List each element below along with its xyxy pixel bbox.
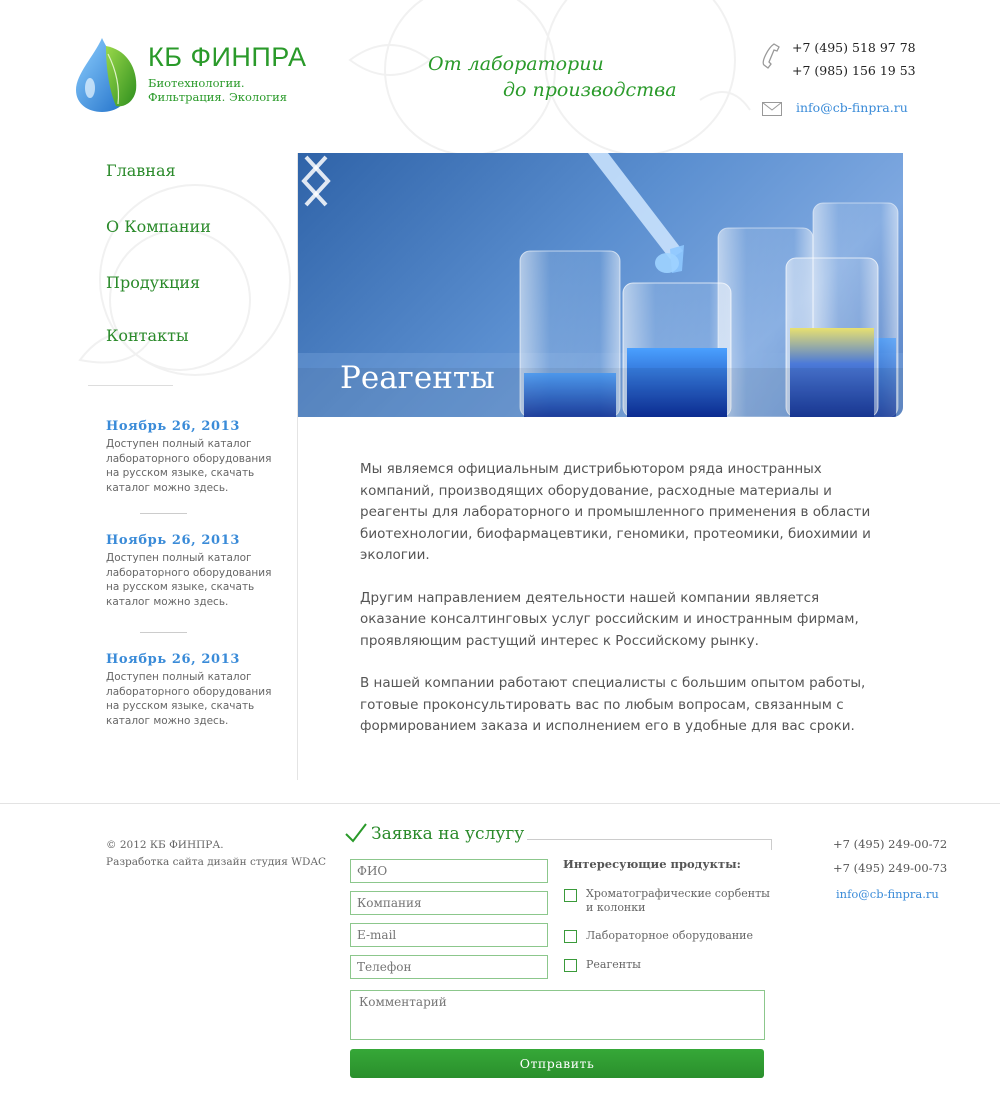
footer-email-link[interactable]: info@cb-finpra.ru [836,887,939,901]
hero-slider: Реагенты [298,153,903,417]
news-item: Ноябрь 26, 2013 Доступен полный каталог … [106,533,286,609]
news-item: Ноябрь 26, 2013 Доступен полный каталог … [106,652,286,728]
email-field[interactable] [350,923,548,947]
nav-item-about[interactable]: О Компании [106,217,211,236]
brand-tagline: Биотехнологии. Фильтрация. Экология [148,76,288,104]
news-date[interactable]: Ноябрь 26, 2013 [106,419,286,434]
footer-copyright: © 2012 КБ ФИНПРА. Разработка сайта дизай… [106,837,326,871]
credits-text: Разработка сайта дизайн студия WDAC [106,856,327,868]
header-phone-1: +7 (495) 518 97 78 [792,40,916,55]
footer-divider [0,803,1000,804]
form-title: Заявка на услугу [371,824,525,844]
submit-button[interactable]: Отправить [350,1049,764,1078]
product-checkbox-reagents[interactable] [564,959,577,972]
slider-next-arrow-icon[interactable] [298,153,334,209]
news-date[interactable]: Ноябрь 26, 2013 [106,652,286,667]
phone-icon [762,43,780,69]
brand-name: КБ ФИНПРА [148,42,307,72]
phone-field[interactable] [350,955,548,979]
product-label-sorbents: Хроматографические сорбенты и колонки [586,887,770,914]
slogan-line1: От лаборатории [428,53,604,75]
footer-phone-2: +7 (495) 249-00-73 [833,861,948,875]
product-checkbox-sorbents[interactable] [564,889,577,902]
header-email-link[interactable]: info@cb-finpra.ru [796,100,908,115]
copyright-text: © 2012 КБ ФИНПРА. [106,839,224,851]
nav-item-contacts[interactable]: Контакты [106,326,189,345]
header-phone-2: +7 (985) 156 19 53 [792,63,916,78]
mail-icon [762,102,782,116]
news-text: Доступен полный каталог лабораторного об… [106,552,272,608]
main-content: Мы являемся официальным дистрибьютором р… [360,459,880,759]
content-paragraph: Другим направлением деятельности нашей к… [360,589,859,649]
news-text: Доступен полный каталог лабораторного об… [106,671,272,727]
nav-divider [88,385,173,386]
slogan-line2: до производства [503,79,677,101]
content-paragraph: Мы являемся официальным дистрибьютором р… [360,461,871,563]
news-text: Доступен полный каталог лабораторного об… [106,438,272,494]
logo-drop-leaf-icon[interactable] [72,36,142,114]
product-label-equipment: Лабораторное оборудование [586,929,753,942]
checkmark-icon [345,823,367,843]
products-title: Интересующие продукты: [563,857,741,871]
news-date[interactable]: Ноябрь 26, 2013 [106,533,286,548]
product-checkbox-equipment[interactable] [564,930,577,943]
news-item: Ноябрь 26, 2013 Доступен полный каталог … [106,419,286,495]
news-divider [140,632,187,633]
form-title-line [527,839,772,850]
footer-phone-1: +7 (495) 249-00-72 [833,837,948,851]
nav-item-home[interactable]: Главная [106,161,176,180]
content-paragraph: В нашей компании работают специалисты с … [360,675,866,734]
slide-caption: Реагенты [340,360,495,396]
comment-field[interactable] [350,990,765,1040]
name-field[interactable] [350,859,548,883]
product-label-reagents: Реагенты [586,958,641,971]
news-divider [140,513,187,514]
company-field[interactable] [350,891,548,915]
nav-item-products[interactable]: Продукция [106,273,200,292]
